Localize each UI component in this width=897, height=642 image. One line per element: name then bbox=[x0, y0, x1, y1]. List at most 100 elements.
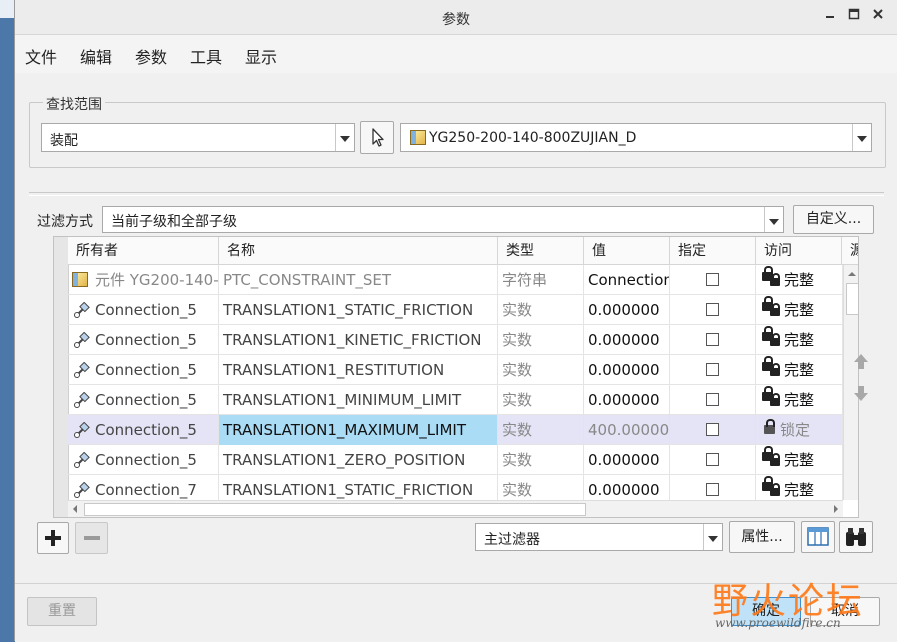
table-row[interactable]: Connection_5 TRANSLATION1_KINETIC_FRICTIO… bbox=[68, 325, 843, 355]
scroll-left-icon[interactable] bbox=[68, 501, 82, 517]
maximize-icon bbox=[848, 8, 860, 20]
cell-type[interactable]: 实数 bbox=[498, 295, 584, 325]
cell-owner[interactable]: Connection_5 bbox=[68, 445, 219, 475]
access-label: 完整 bbox=[784, 271, 815, 289]
plus-icon bbox=[45, 530, 61, 546]
cell-type[interactable]: 实数 bbox=[498, 325, 584, 355]
cell-owner[interactable]: 元件 YG200-140- bbox=[68, 265, 219, 295]
move-down-button[interactable] bbox=[851, 383, 871, 407]
cell-type[interactable]: 实数 bbox=[498, 415, 584, 445]
column-source[interactable]: 源 bbox=[842, 237, 858, 265]
scope-type-select[interactable]: 装配 bbox=[41, 123, 355, 152]
cell-name[interactable]: PTC_CONSTRAINT_SET bbox=[219, 265, 498, 295]
scrollbar-thumb[interactable] bbox=[846, 283, 858, 315]
properties-button[interactable]: 属性... bbox=[729, 521, 795, 553]
designate-checkbox[interactable] bbox=[706, 483, 719, 496]
menu-tools[interactable]: 工具 bbox=[190, 44, 222, 68]
cell-access[interactable]: 完整 bbox=[756, 445, 843, 475]
table-row[interactable]: Connection_5 TRANSLATION1_STATIC_FRICTION… bbox=[68, 295, 843, 325]
cell-value[interactable]: 0.000000 bbox=[584, 325, 670, 355]
cell-owner[interactable]: Connection_5 bbox=[68, 385, 219, 415]
table-columns-button[interactable] bbox=[801, 521, 835, 553]
owner-label: Connection_5 bbox=[95, 421, 197, 439]
scroll-right-icon[interactable] bbox=[829, 501, 843, 517]
cell-owner[interactable]: Connection_5 bbox=[68, 355, 219, 385]
column-name[interactable]: 名称 bbox=[219, 237, 498, 265]
cell-name[interactable]: TRANSLATION1_RESTITUTION bbox=[219, 355, 498, 385]
row-header-strip bbox=[54, 237, 69, 517]
designate-checkbox[interactable] bbox=[706, 333, 719, 346]
cell-name[interactable]: TRANSLATION1_ZERO_POSITION bbox=[219, 445, 498, 475]
table-row[interactable]: Connection_5 TRANSLATION1_MAXIMUM_LIMIT 实数… bbox=[68, 415, 843, 445]
cell-value[interactable]: Connection bbox=[584, 265, 670, 295]
table-row[interactable]: Connection_5 TRANSLATION1_MINIMUM_LIMIT 实数… bbox=[68, 385, 843, 415]
select-model-button[interactable] bbox=[360, 121, 394, 154]
cell-access[interactable]: 完整 bbox=[756, 265, 843, 295]
column-designate[interactable]: 指定 bbox=[670, 237, 756, 265]
connection-icon bbox=[74, 332, 90, 348]
cell-value[interactable]: 0.000000 bbox=[584, 385, 670, 415]
close-button[interactable] bbox=[867, 5, 889, 27]
find-button[interactable] bbox=[839, 521, 873, 553]
table-row[interactable]: 元件 YG200-140- PTC_CONSTRAINT_SET 字符串 Connec… bbox=[68, 265, 843, 295]
cell-type[interactable]: 实数 bbox=[498, 385, 584, 415]
filter-select[interactable]: 当前子级和全部子级 bbox=[102, 206, 784, 233]
column-value[interactable]: 值 bbox=[584, 237, 670, 265]
minimize-button[interactable] bbox=[819, 5, 841, 27]
cell-name[interactable]: TRANSLATION1_MAXIMUM_LIMIT bbox=[219, 415, 498, 445]
cell-name[interactable]: TRANSLATION1_KINETIC_FRICTION bbox=[219, 325, 498, 355]
maximize-button[interactable] bbox=[843, 5, 865, 27]
menu-parameters[interactable]: 参数 bbox=[135, 44, 167, 68]
cell-type[interactable]: 实数 bbox=[498, 355, 584, 385]
scroll-up-icon[interactable] bbox=[844, 267, 859, 281]
chevron-down-icon[interactable] bbox=[703, 524, 722, 550]
cell-access[interactable]: 完整 bbox=[756, 325, 843, 355]
cell-value[interactable]: 400.000000 bbox=[584, 415, 670, 445]
customize-button[interactable]: 自定义... bbox=[793, 205, 874, 234]
reset-button[interactable]: 重置 bbox=[27, 597, 97, 626]
column-owner[interactable]: 所有者 bbox=[68, 237, 219, 265]
cell-owner[interactable]: Connection_5 bbox=[68, 325, 219, 355]
designate-checkbox[interactable] bbox=[706, 393, 719, 406]
cell-access[interactable]: 完整 bbox=[756, 355, 843, 385]
chevron-down-icon[interactable] bbox=[335, 124, 354, 151]
cell-owner[interactable]: Connection_5 bbox=[68, 295, 219, 325]
cell-type[interactable]: 实数 bbox=[498, 445, 584, 475]
access-label: 完整 bbox=[784, 301, 815, 319]
move-up-button[interactable] bbox=[851, 352, 871, 376]
menu-file[interactable]: 文件 bbox=[25, 44, 57, 68]
model-select[interactable]: YG250-200-140-800ZUJIAN_D bbox=[400, 123, 872, 152]
cell-name[interactable]: TRANSLATION1_MINIMUM_LIMIT bbox=[219, 385, 498, 415]
cell-designate bbox=[670, 445, 756, 475]
hscroll-thumb[interactable] bbox=[84, 503, 586, 516]
main-filter-select[interactable]: 主过滤器 bbox=[475, 523, 723, 551]
remove-parameter-button[interactable] bbox=[75, 522, 108, 554]
cell-access[interactable]: 锁定 bbox=[756, 415, 843, 445]
owner-label: Connection_5 bbox=[95, 361, 197, 379]
menu-edit[interactable]: 编辑 bbox=[80, 44, 112, 68]
cell-type[interactable]: 字符串 bbox=[498, 265, 584, 295]
cell-name[interactable]: TRANSLATION1_STATIC_FRICTION bbox=[219, 295, 498, 325]
cell-designate bbox=[670, 355, 756, 385]
chevron-down-icon[interactable] bbox=[764, 207, 783, 232]
designate-checkbox[interactable] bbox=[706, 423, 719, 436]
designate-checkbox[interactable] bbox=[706, 273, 719, 286]
add-parameter-button[interactable] bbox=[37, 522, 69, 554]
table-row[interactable]: Connection_5 TRANSLATION1_ZERO_POSITION 实数… bbox=[68, 445, 843, 475]
designate-checkbox[interactable] bbox=[706, 453, 719, 466]
cell-owner[interactable]: Connection_5 bbox=[68, 415, 219, 445]
cell-value[interactable]: 0.000000 bbox=[584, 445, 670, 475]
designate-checkbox[interactable] bbox=[706, 303, 719, 316]
cell-value[interactable]: 0.000000 bbox=[584, 295, 670, 325]
table-row[interactable]: Connection_5 TRANSLATION1_RESTITUTION 实数 0.… bbox=[68, 355, 843, 385]
column-type[interactable]: 类型 bbox=[498, 237, 584, 265]
menu-display[interactable]: 显示 bbox=[245, 44, 277, 68]
cell-access[interactable]: 完整 bbox=[756, 385, 843, 415]
cell-access[interactable]: 完整 bbox=[756, 295, 843, 325]
horizontal-scrollbar[interactable] bbox=[68, 500, 843, 517]
lock-icon bbox=[770, 303, 780, 316]
column-access[interactable]: 访问 bbox=[756, 237, 842, 265]
designate-checkbox[interactable] bbox=[706, 363, 719, 376]
chevron-down-icon[interactable] bbox=[852, 124, 871, 151]
cell-value[interactable]: 0.000000 bbox=[584, 355, 670, 385]
